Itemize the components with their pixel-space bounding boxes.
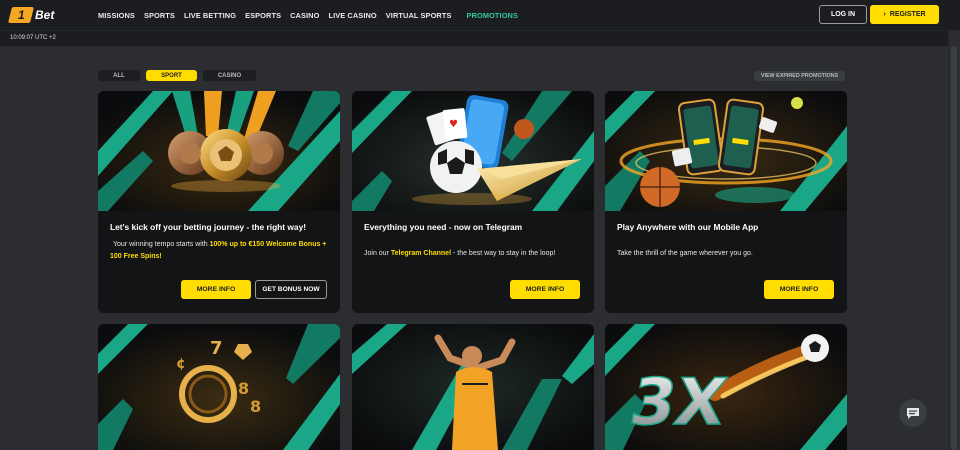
filter-tab-all[interactable]: ALL xyxy=(98,70,140,81)
medals-illustration xyxy=(98,91,340,211)
nav-item-virtual-sports[interactable]: VIRTUAL SPORTS xyxy=(386,11,452,20)
filter-tab-sport[interactable]: SPORT xyxy=(146,70,197,81)
top-navigation-bar: 1 Bet MISSIONS SPORTS LIVE BETTING ESPOR… xyxy=(0,0,960,30)
promo-title: Let's kick off your betting journey - th… xyxy=(110,222,307,232)
svg-text:♥: ♥ xyxy=(449,119,458,130)
nav-item-sports[interactable]: SPORTS xyxy=(144,11,175,20)
svg-text:8: 8 xyxy=(250,397,261,416)
nav-item-esports[interactable]: ESPORTS xyxy=(245,11,281,20)
view-expired-promotions-button[interactable]: VIEW EXPIRED PROMOTIONS xyxy=(754,71,845,81)
svg-text:¢: ¢ xyxy=(176,356,186,372)
main-nav: MISSIONS SPORTS LIVE BETTING ESPORTS CAS… xyxy=(98,0,518,30)
more-info-button[interactable]: MORE INFO xyxy=(764,280,834,299)
promo-card-welcome: Let's kick off your betting journey - th… xyxy=(98,91,340,313)
svg-text:8: 8 xyxy=(238,379,249,398)
promo-filter-tabs: ALL SPORT CASINO xyxy=(98,70,256,81)
svg-text:7: 7 xyxy=(210,338,223,359)
mobile-app-illustration xyxy=(605,91,847,211)
get-bonus-now-button[interactable]: GET BONUS NOW xyxy=(255,280,327,299)
nav-item-live-casino[interactable]: LIVE CASINO xyxy=(328,11,376,20)
more-info-button[interactable]: MORE INFO xyxy=(510,280,580,299)
logo-text: Bet xyxy=(35,8,55,22)
nav-item-casino[interactable]: CASINO xyxy=(290,11,319,20)
brand-logo[interactable]: 1 Bet xyxy=(8,6,55,24)
promo-image-telegram: ♥ xyxy=(352,91,594,211)
logo-mark: 1 xyxy=(8,7,34,23)
three-x-multiplier-illustration: 3X xyxy=(605,324,847,450)
telegram-illustration: ♥ xyxy=(352,91,594,211)
promo-card-3x[interactable]: 3X xyxy=(605,324,847,450)
promo-image-medals xyxy=(98,91,340,211)
register-label: REGISTER xyxy=(889,11,926,18)
promo-title: Play Anywhere with our Mobile App xyxy=(617,222,759,232)
more-info-button[interactable]: MORE INFO xyxy=(181,280,251,299)
login-button[interactable]: LOG IN xyxy=(819,5,867,24)
lucky-numbers-illustration: 7 ¢ 8 8 xyxy=(98,324,340,450)
server-clock: 10:09:07 UTC +2 xyxy=(10,35,56,41)
promo-description: Join our Telegram Channel - the best way… xyxy=(364,250,556,257)
nav-item-promotions[interactable]: PROMOTIONS xyxy=(467,11,519,20)
nav-item-live-betting[interactable]: LIVE BETTING xyxy=(184,11,236,20)
nav-item-missions[interactable]: MISSIONS xyxy=(98,11,135,20)
chevron-right-icon: › xyxy=(883,11,886,18)
celebrating-player-illustration xyxy=(352,324,594,450)
promo-card-casino-numbers[interactable]: 7 ¢ 8 8 xyxy=(98,324,340,450)
promo-description: Take the thrill of the game wherever you… xyxy=(617,250,753,257)
promo-card-mobile-app: Play Anywhere with our Mobile App Take t… xyxy=(605,91,847,313)
promo-card-sports-celebration[interactable] xyxy=(352,324,594,450)
chat-bubble-icon xyxy=(907,407,919,419)
promo-image-mobile-app xyxy=(605,91,847,211)
telegram-channel-link[interactable]: Telegram Channel xyxy=(391,250,451,257)
filter-tab-casino[interactable]: CASINO xyxy=(203,70,256,81)
register-button[interactable]: › REGISTER xyxy=(870,5,939,24)
promo-title: Everything you need - now on Telegram xyxy=(364,222,523,232)
status-bar: 10:09:07 UTC +2 xyxy=(0,30,948,46)
live-chat-button[interactable] xyxy=(899,399,927,427)
promo-description: Your winning tempo starts with 100% up t… xyxy=(110,241,327,260)
promo-card-telegram: ♥ Everything you need - now on Telegram … xyxy=(352,91,594,313)
svg-text:3X: 3X xyxy=(625,365,732,439)
scrollbar-thumb[interactable] xyxy=(951,46,957,450)
